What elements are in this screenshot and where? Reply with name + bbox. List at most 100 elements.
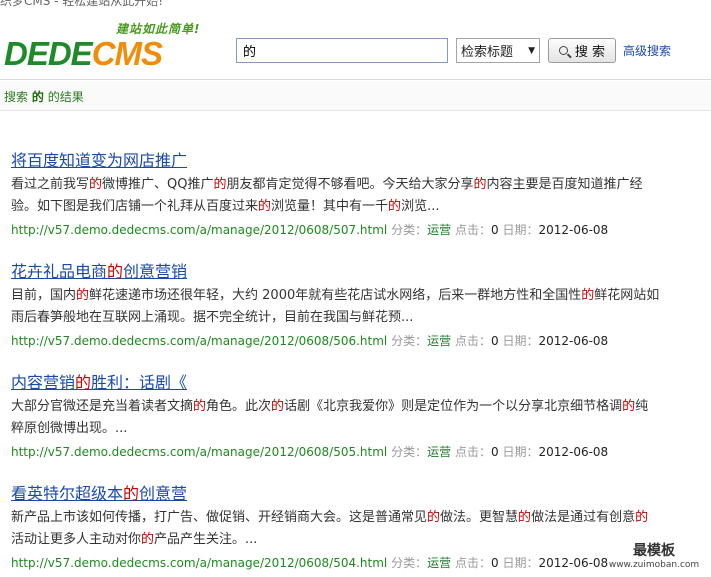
result-item: 花卉礼品电商的创意营销 目前，国内的鲜花速递市场还很年轻，大约 2000年就有些花… [11, 261, 701, 372]
result-meta: http://v57.demo.dedecms.com/a/manage/201… [11, 332, 701, 350]
date-label: 日期： [502, 556, 539, 570]
breadcrumb-prefix: 搜索 [4, 90, 29, 104]
result-title-part: 的 [75, 373, 92, 392]
result-clicks: 0 [490, 223, 499, 237]
result-title-part: 胜利：话剧《 [91, 373, 188, 392]
result-description-part: 角色。此次 [206, 399, 272, 414]
result-meta: http://v57.demo.dedecms.com/a/manage/201… [11, 554, 701, 572]
result-description-part: 的 [76, 288, 90, 303]
result-description-part: 目前，国内 [11, 288, 77, 303]
result-title-part: 花卉礼品电商 [11, 262, 108, 281]
result-description-part: 的 [581, 288, 595, 303]
result-category-link[interactable]: 运营 [427, 556, 451, 570]
result-description-part: 的 [193, 399, 207, 414]
result-url[interactable]: http://v57.demo.dedecms.com/a/manage/201… [11, 445, 387, 459]
result-date: 2012-06-08 [538, 223, 609, 237]
search-button-label: 搜 索 [574, 45, 606, 60]
result-title-link[interactable]: 看英特尔超级本的创意营 [11, 483, 187, 505]
result-description-part: 的 [622, 399, 636, 414]
site-header: 建站如此简单! DEDECMS 检索标题 ▼ 搜 索 高级搜索 [0, 8, 711, 80]
result-meta: http://v57.demo.dedecms.com/a/manage/201… [11, 443, 701, 461]
result-title-link[interactable]: 将百度知道变为网店推广 [11, 150, 187, 172]
magnifier-icon [558, 46, 568, 55]
result-description-part: 的 [258, 199, 272, 214]
result-description-part: 的 [213, 177, 227, 192]
category-label: 分类： [391, 445, 428, 459]
result-clicks: 0 [490, 334, 499, 348]
category-label: 分类： [391, 556, 428, 570]
clicks-label: 点击： [454, 445, 491, 459]
dedecms-logo[interactable]: 建站如此简单! DEDECMS [4, 20, 216, 74]
result-category-link[interactable]: 运营 [427, 445, 451, 459]
date-label: 日期： [502, 445, 539, 459]
search-input[interactable] [236, 38, 448, 63]
logo-wordmark: DEDECMS [4, 35, 163, 72]
advanced-search-link[interactable]: 高级搜索 [623, 42, 671, 59]
result-item: 看英特尔超级本的创意营 新产品上市该如何传播，打广告、做促销、开经销商大会。这是普… [11, 483, 701, 577]
search-button[interactable]: 搜 索 [548, 38, 616, 63]
breadcrumb: 搜索 的 的结果 [0, 81, 711, 111]
search-results-list: 将百度知道变为网店推广 看过之前我写的微博推广、QQ推广的朋友都肯定觉得不够看吧。… [11, 150, 701, 577]
result-description-part: 鲜花速递市场还很年轻，大约 2000年就有些花店试水网络，后来一群地方性和全国性 [89, 288, 582, 303]
category-label: 分类： [391, 223, 428, 237]
result-date: 2012-06-08 [538, 445, 609, 459]
result-description-part: 浏览量！其中有一千 [271, 199, 389, 214]
result-description: 看过之前我写的微博推广、QQ推广的朋友都肯定觉得不够看吧。今天给大家分享的内容主… [11, 174, 661, 218]
result-description-part: 微博推广、QQ推广 [102, 177, 214, 192]
result-description-part: 浏览... [401, 199, 440, 214]
date-label: 日期： [502, 223, 539, 237]
result-item: 内容营销的胜利：话剧《 大部分官微还是充当着读者文摘的角色。此次的话剧《北京我爱你… [11, 372, 701, 483]
result-url[interactable]: http://v57.demo.dedecms.com/a/manage/201… [11, 334, 387, 348]
result-clicks: 0 [490, 445, 499, 459]
date-label: 日期： [502, 334, 539, 348]
result-description: 大部分官微还是充当着读者文摘的角色。此次的话剧《北京我爱你》则是定位作为一个以分… [11, 396, 661, 440]
result-description-part: 朋友都肯定觉得不够看吧。今天给大家分享 [226, 177, 474, 192]
result-clicks: 0 [490, 556, 499, 570]
result-description-part: 的 [427, 510, 441, 525]
result-title-part: 看英特尔超级本 [11, 484, 124, 503]
result-title-part: 将百度知道变为网店推广 [11, 151, 188, 170]
clicks-label: 点击： [454, 556, 491, 570]
result-description-part: 的 [388, 199, 402, 214]
watermark-line1: 最模板 [633, 543, 675, 559]
category-label: 分类： [391, 334, 428, 348]
result-description: 新产品上市该如何传播，打广告、做促销、开经销商大会。这是普通常见的做法。更智慧的… [11, 507, 661, 551]
logo-word-dede: DEDE [4, 35, 93, 72]
result-description-part: 的 [518, 510, 532, 525]
logo-word-cms: CMS [91, 35, 163, 72]
search-type-select[interactable]: 检索标题 ▼ [456, 38, 540, 63]
result-category-link[interactable]: 运营 [427, 223, 451, 237]
result-description: 目前，国内的鲜花速递市场还很年轻，大约 2000年就有些花店试水网络，后来一群地… [11, 285, 661, 329]
result-title-part: 创意营销 [123, 262, 188, 281]
search-type-selected: 检索标题 [461, 45, 514, 60]
result-description-part: 做法。更智慧 [440, 510, 519, 525]
result-description-part: 的 [89, 177, 103, 192]
watermark-logo: 最模板 www.zuimoban.com [604, 540, 704, 576]
result-title-part: 的 [107, 262, 124, 281]
window-title-bar: 织梦CMS - 轻松建站从此开始! [0, 0, 711, 8]
result-description-part: 话剧《北京我爱你》则是定位作为一个以分享北京细节格调 [284, 399, 623, 414]
result-description-part: 的 [473, 177, 487, 192]
result-url[interactable]: http://v57.demo.dedecms.com/a/manage/201… [11, 556, 387, 570]
result-description-part: 看过之前我写 [11, 177, 90, 192]
clicks-label: 点击： [454, 334, 491, 348]
result-description-part: 活动让更多人主动对你 [11, 532, 142, 547]
result-description-part: 的 [271, 399, 285, 414]
chevron-down-icon: ▼ [528, 45, 535, 56]
result-url[interactable]: http://v57.demo.dedecms.com/a/manage/201… [11, 223, 387, 237]
result-title-link[interactable]: 内容营销的胜利：话剧《 [11, 372, 187, 394]
result-date: 2012-06-08 [538, 556, 609, 570]
result-title-part: 创意营 [139, 484, 188, 503]
result-description-part: 做法是通过有创意 [531, 510, 636, 525]
breadcrumb-keyword: 的 [31, 90, 44, 104]
result-description-part: 大部分官微还是充当着读者文摘 [11, 399, 194, 414]
result-date: 2012-06-08 [538, 334, 609, 348]
result-title-part: 内容营销 [11, 373, 76, 392]
window-title: 织梦CMS - 轻松建站从此开始! [0, 0, 164, 8]
result-category-link[interactable]: 运营 [427, 334, 451, 348]
result-title-part: 的 [123, 484, 140, 503]
watermark-line2: www.zuimoban.com [608, 560, 700, 570]
result-title-link[interactable]: 花卉礼品电商的创意营销 [11, 261, 187, 283]
result-description-part: 新产品上市该如何传播，打广告、做促销、开经销商大会。这是普通常见 [11, 510, 428, 525]
result-description-part: 的 [635, 510, 649, 525]
